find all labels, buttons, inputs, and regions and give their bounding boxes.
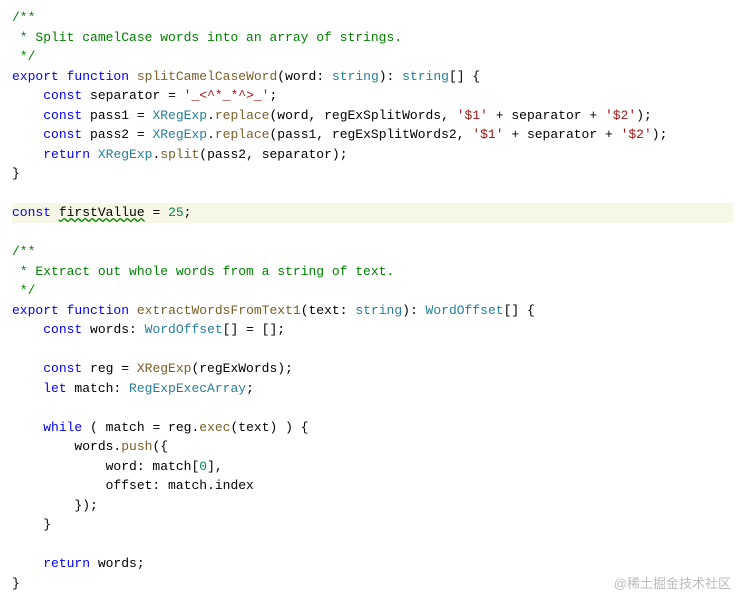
string-literal: '_<^*_*^>_': [184, 88, 270, 103]
code-line: const separator = '_<^*_*^>_';: [12, 86, 733, 106]
comment: /**: [12, 10, 35, 25]
code-line: [12, 184, 733, 204]
keyword-let: let: [43, 381, 66, 396]
number-literal: 25: [168, 205, 184, 220]
code-line: export function splitCamelCaseWord(word:…: [12, 67, 733, 87]
function-call: XRegExp: [137, 361, 192, 376]
code-line: offset: match.index: [12, 476, 733, 496]
type: string: [355, 303, 402, 318]
keyword-while: while: [43, 420, 82, 435]
keyword-export: export: [12, 69, 59, 84]
method-name: replace: [215, 108, 270, 123]
keyword-return: return: [43, 147, 90, 162]
string-literal: '$2': [605, 108, 636, 123]
function-name: splitCamelCaseWord: [137, 69, 277, 84]
code-line: * Extract out whole words from a string …: [12, 262, 733, 282]
code-line: const reg = XRegExp(regExWords);: [12, 359, 733, 379]
code-line: const pass1 = XRegExp.replace(word, regE…: [12, 106, 733, 126]
code-line: */: [12, 47, 733, 67]
comment: * Split camelCase words into an array of…: [12, 30, 402, 45]
code-line: }: [12, 515, 733, 535]
code-editor[interactable]: /** * Split camelCase words into an arra…: [12, 8, 733, 593]
code-line: let match: RegExpExecArray;: [12, 379, 733, 399]
method-name: replace: [215, 127, 270, 142]
comment: */: [12, 283, 35, 298]
keyword-const: const: [12, 205, 51, 220]
watermark: @稀土掘金技术社区: [614, 574, 731, 594]
code-line: word: match[0],: [12, 457, 733, 477]
method-name: split: [160, 147, 199, 162]
code-line: });: [12, 496, 733, 516]
variable-with-warning: firstVallue: [59, 205, 145, 220]
keyword-const: const: [43, 88, 82, 103]
comment: */: [12, 49, 35, 64]
type: string: [332, 69, 379, 84]
type: WordOffset: [145, 322, 223, 337]
type: RegExpExecArray: [129, 381, 246, 396]
code-line: const words: WordOffset[] = [];: [12, 320, 733, 340]
code-line: [12, 340, 733, 360]
keyword-const: const: [43, 322, 82, 337]
code-line: /**: [12, 8, 733, 28]
code-line-highlighted: const firstVallue = 25;: [12, 203, 733, 223]
comment: * Extract out whole words from a string …: [12, 264, 394, 279]
string-literal: '$2': [621, 127, 652, 142]
keyword-export: export: [12, 303, 59, 318]
code-line: * Split camelCase words into an array of…: [12, 28, 733, 48]
code-line: export function extractWordsFromText1(te…: [12, 301, 733, 321]
code-line: return words;: [12, 554, 733, 574]
method-name: push: [121, 439, 152, 454]
code-line: [12, 223, 733, 243]
code-line: /**: [12, 242, 733, 262]
comment: /**: [12, 244, 35, 259]
keyword-function: function: [67, 303, 129, 318]
type: string: [402, 69, 449, 84]
keyword-function: function: [67, 69, 129, 84]
code-line: while ( match = reg.exec(text) ) {: [12, 418, 733, 438]
class-name: XRegExp: [98, 147, 153, 162]
code-line: return XRegExp.split(pass2, separator);: [12, 145, 733, 165]
code-line: [12, 398, 733, 418]
method-name: exec: [199, 420, 230, 435]
string-literal: '$1': [472, 127, 503, 142]
type: WordOffset: [426, 303, 504, 318]
class-name: XRegExp: [152, 108, 207, 123]
code-line: */: [12, 281, 733, 301]
function-name: extractWordsFromText1: [137, 303, 301, 318]
code-line: [12, 535, 733, 555]
code-line: }: [12, 164, 733, 184]
keyword-return: return: [43, 556, 90, 571]
string-literal: '$1': [457, 108, 488, 123]
number-literal: 0: [199, 459, 207, 474]
class-name: XRegExp: [152, 127, 207, 142]
code-line: const pass2 = XRegExp.replace(pass1, reg…: [12, 125, 733, 145]
keyword-const: const: [43, 108, 82, 123]
code-line: words.push({: [12, 437, 733, 457]
keyword-const: const: [43, 127, 82, 142]
keyword-const: const: [43, 361, 82, 376]
